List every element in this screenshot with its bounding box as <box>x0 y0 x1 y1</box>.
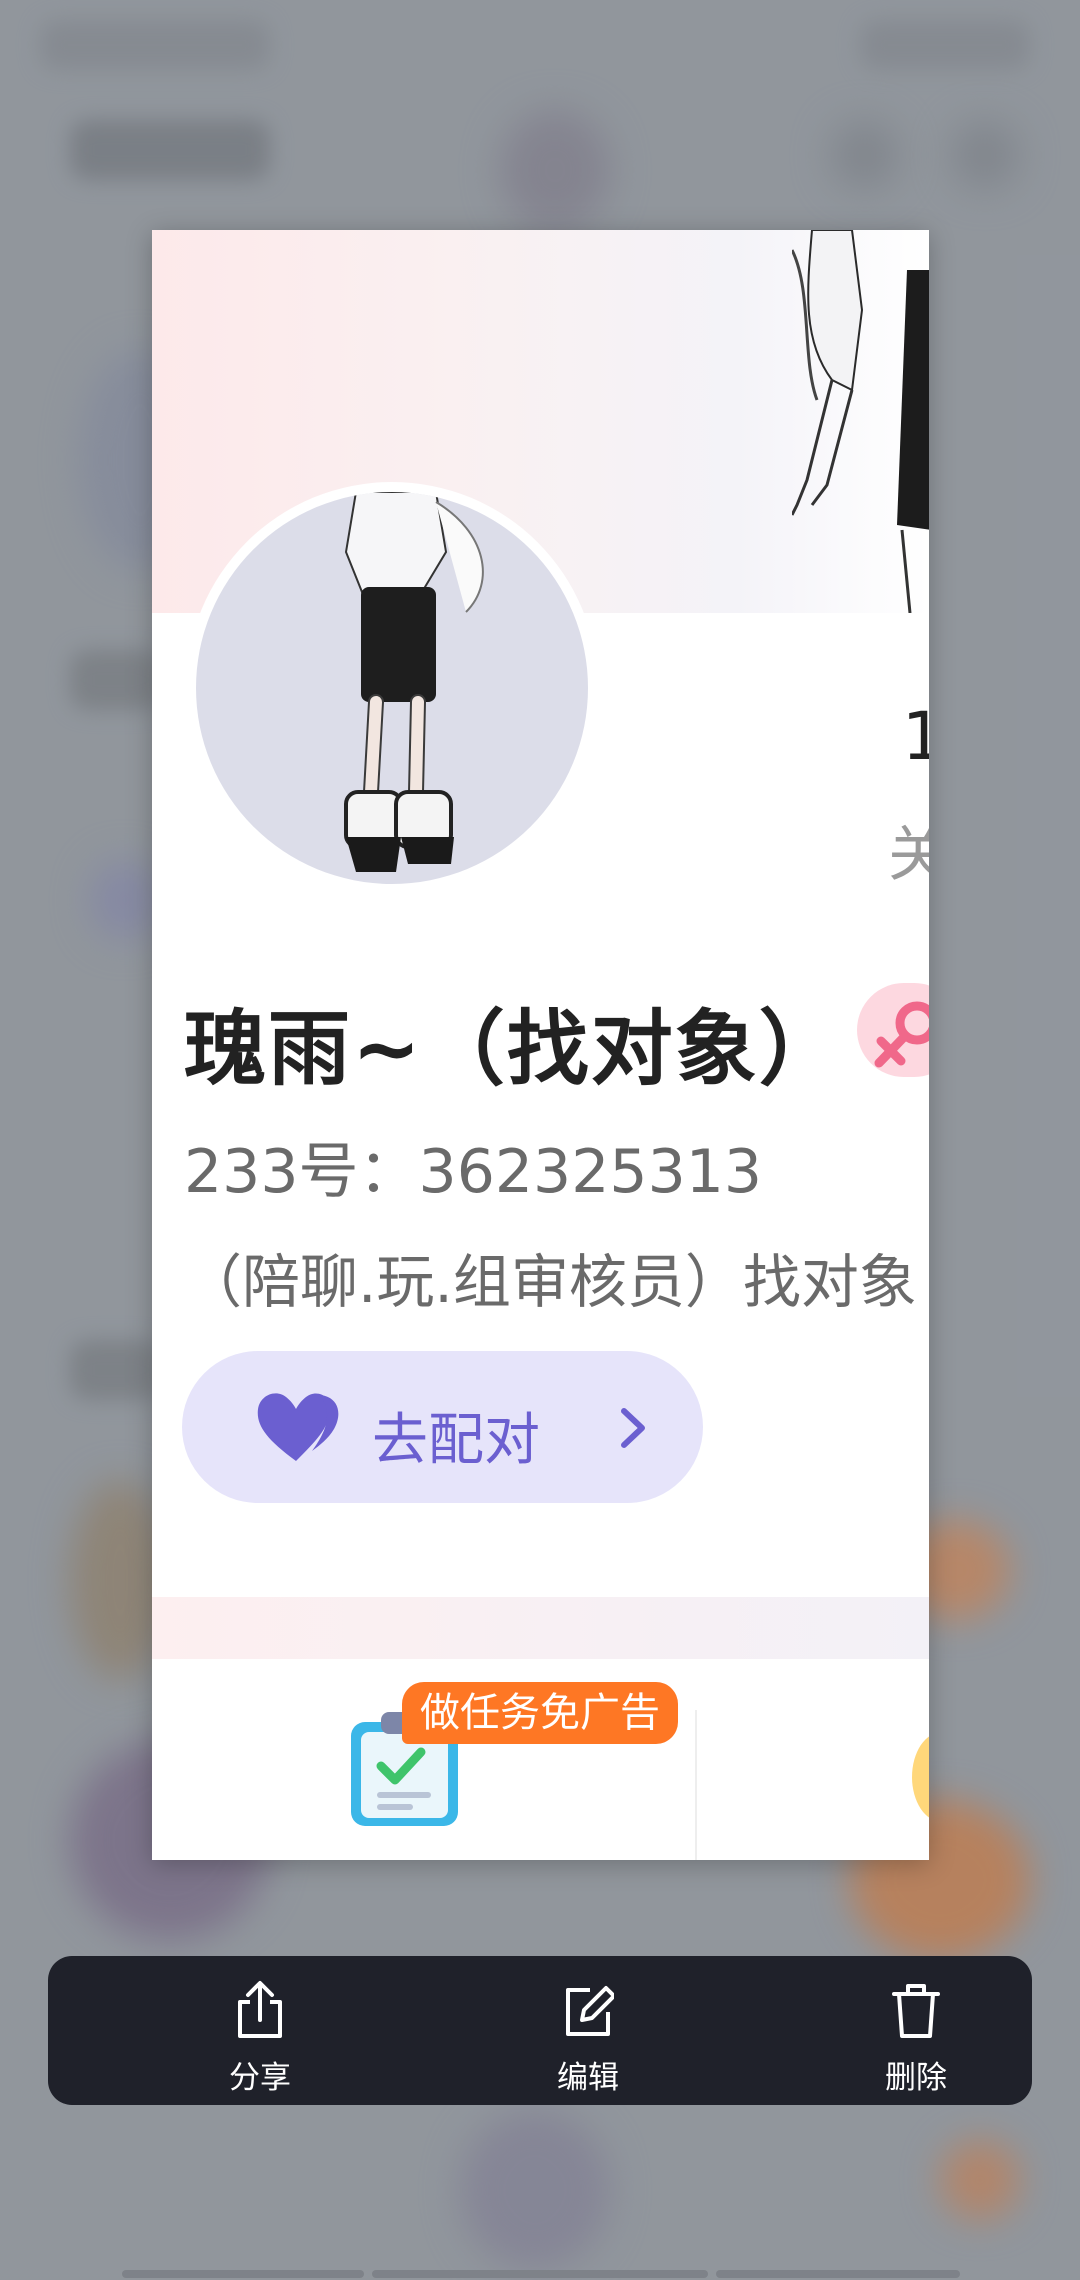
user-id: 233号：362325313 <box>184 1137 763 1207</box>
screenshot-action-bar: 分享 编辑 删除 <box>48 1956 1032 2105</box>
share-label: 分享 <box>229 2060 291 2096</box>
trash-icon <box>892 1984 940 2038</box>
vertical-divider <box>695 1710 697 1860</box>
profile-bio: （陪聊.玩.组审核员）找对象 <box>184 1248 917 1316</box>
nav-indicator <box>716 2270 960 2278</box>
profile-name: 瑰雨~（找对象） <box>184 1002 843 1097</box>
heart-icon <box>257 1393 339 1461</box>
section-divider <box>152 1597 929 1659</box>
avatar-character-image <box>344 492 484 872</box>
delete-label: 删除 <box>885 2060 947 2096</box>
female-icon <box>874 1001 929 1068</box>
delete-button[interactable]: 删除 <box>816 1956 1016 2105</box>
gender-badge <box>857 983 929 1077</box>
match-button[interactable]: 去配对 <box>182 1351 703 1503</box>
task-promo-badge[interactable]: 做任务免广告 <box>402 1682 678 1744</box>
screenshot-preview[interactable]: 1 关 瑰雨~（找对象） 233号：362325313 （陪聊.玩.组审核员）找… <box>152 230 929 1860</box>
edit-icon <box>566 1986 614 2036</box>
coin-icon[interactable] <box>912 1732 929 1822</box>
stat-label[interactable]: 关 <box>888 806 929 893</box>
share-button[interactable]: 分享 <box>160 1956 360 2105</box>
nav-indicator <box>122 2270 364 2278</box>
edit-label: 编辑 <box>557 2060 619 2096</box>
chevron-right-icon <box>621 1408 645 1448</box>
stat-count[interactable]: 1 <box>902 698 929 775</box>
match-label: 去配对 <box>372 1408 540 1473</box>
edit-button[interactable]: 编辑 <box>488 1956 688 2105</box>
avatar[interactable] <box>186 482 598 894</box>
banner-character-image <box>792 230 929 613</box>
share-icon <box>238 1981 282 2038</box>
nav-indicator <box>372 2270 708 2278</box>
